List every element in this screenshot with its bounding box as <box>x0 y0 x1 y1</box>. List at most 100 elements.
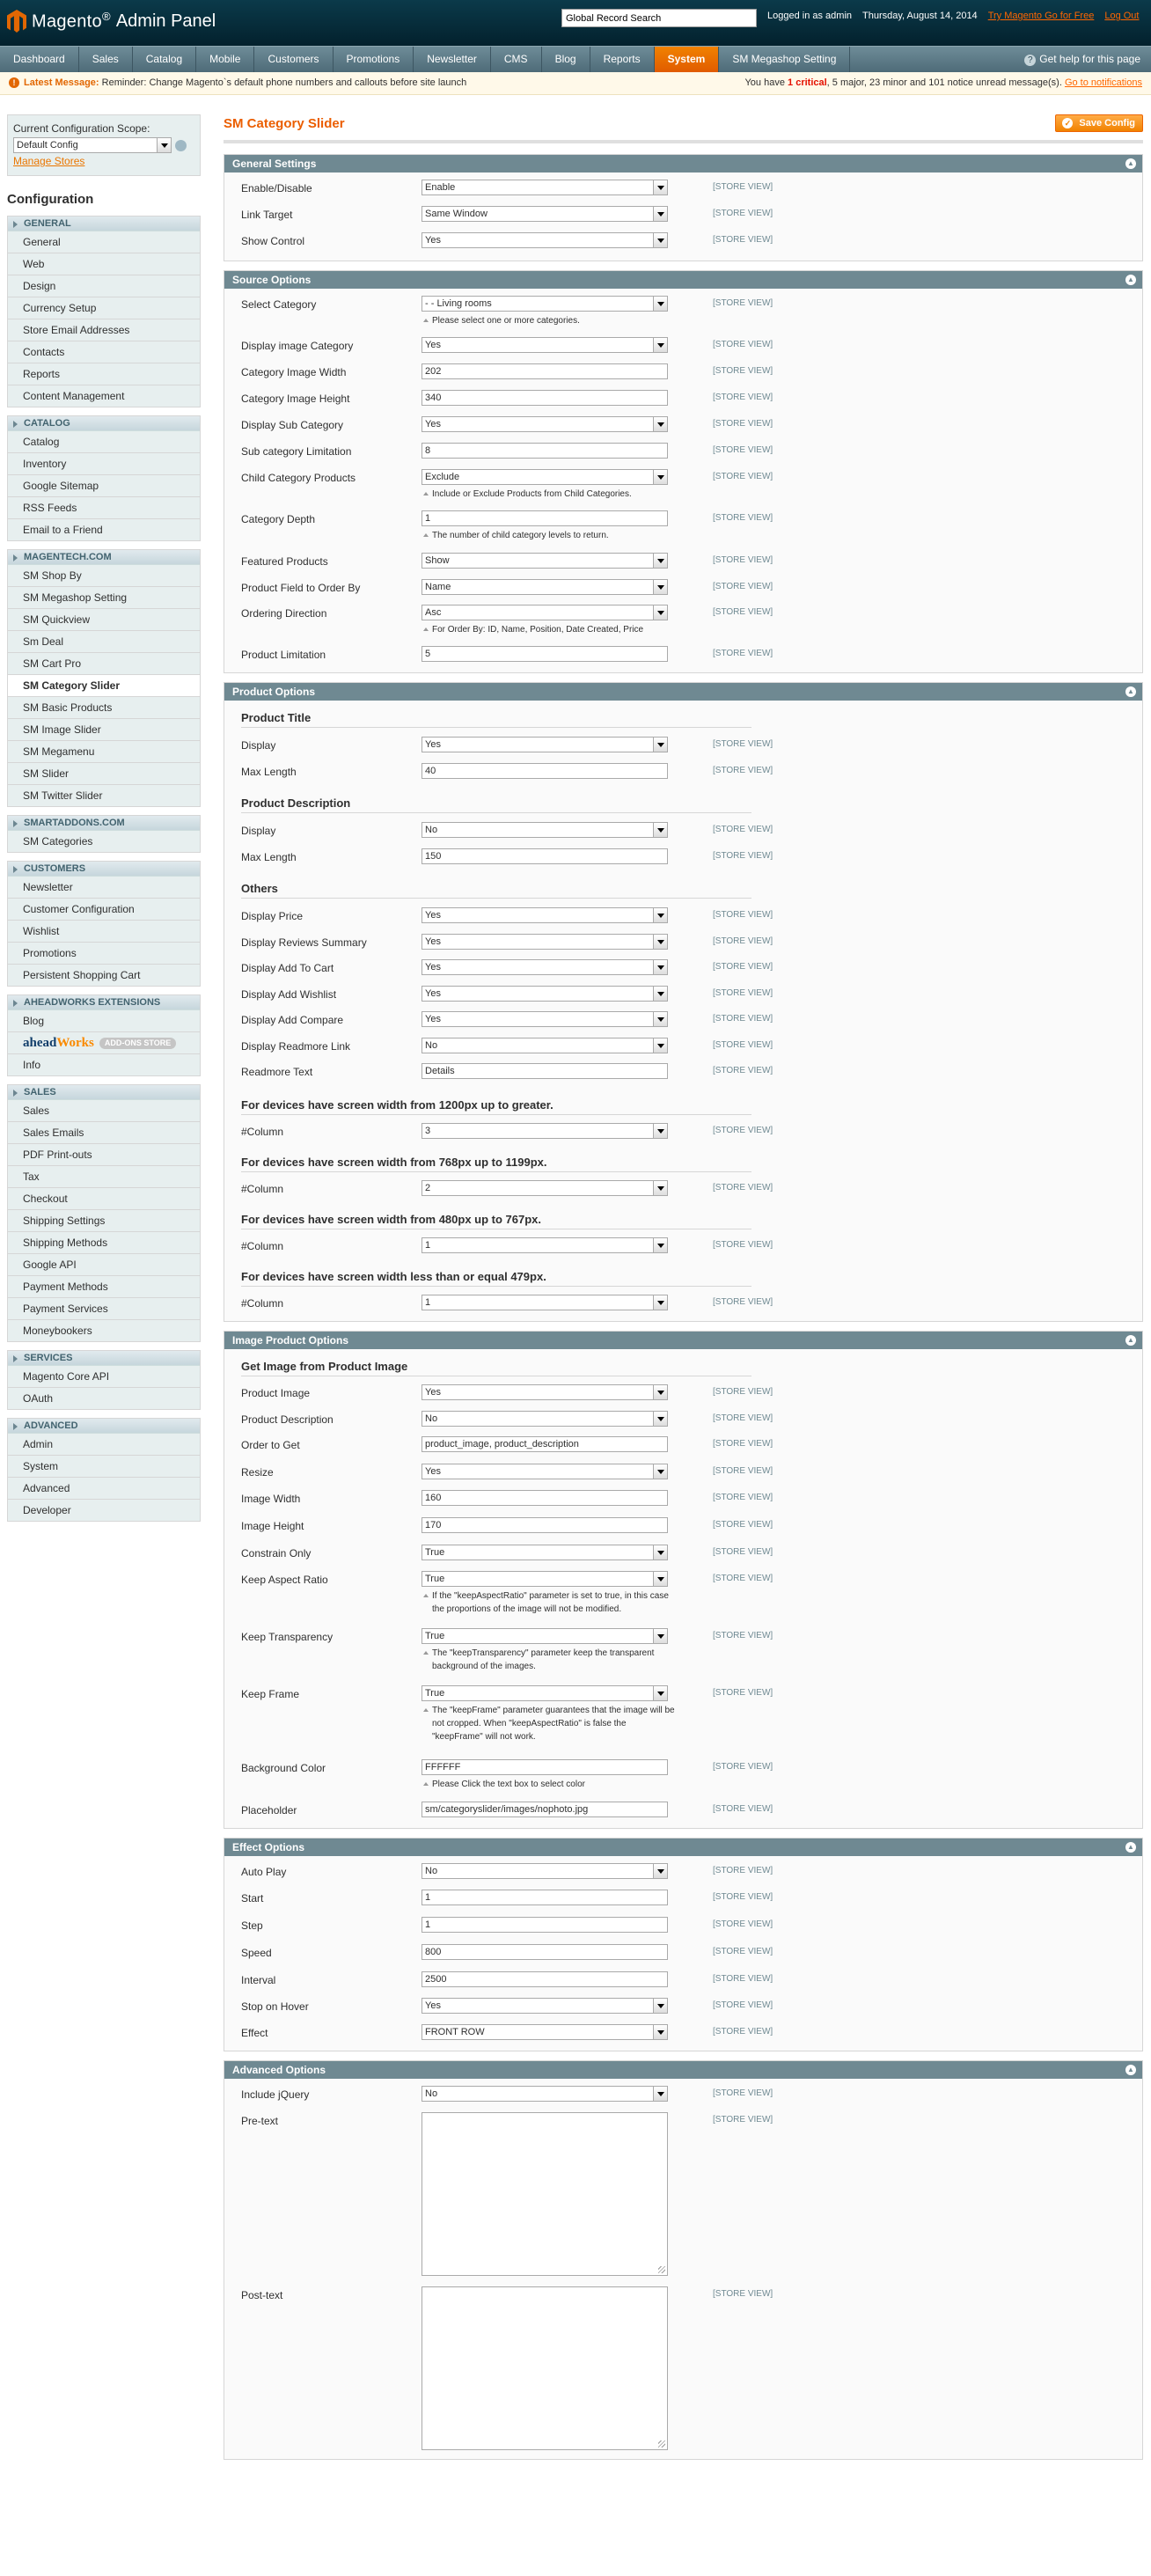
sidebar-item[interactable]: Google Sitemap <box>8 475 200 497</box>
sidebar-item[interactable]: PDF Print-outs <box>8 1144 200 1166</box>
try-magento-go-link[interactable]: Try Magento Go for Free <box>988 11 1095 21</box>
sidebar-group-title[interactable]: Catalog <box>8 416 200 431</box>
sidebar-item[interactable]: Contacts <box>8 341 200 363</box>
category-image-width-input[interactable]: 202 <box>422 363 668 379</box>
manage-stores-link[interactable]: Manage Stores <box>13 155 194 167</box>
pre-text-textarea[interactable] <box>422 2112 668 2276</box>
sidebar-item[interactable]: Email to a Friend <box>8 519 200 541</box>
global-search-input[interactable] <box>561 9 757 27</box>
auto-play-select[interactable]: No <box>422 1863 668 1879</box>
sidebar-item[interactable]: Currency Setup <box>8 297 200 319</box>
nav-promotions[interactable]: Promotions <box>334 47 414 73</box>
display-add-wishlist-select[interactable]: Yes <box>422 986 668 1002</box>
nav-customers[interactable]: Customers <box>254 47 334 73</box>
sub-category-limitation-input[interactable]: 8 <box>422 443 668 459</box>
sidebar-item[interactable]: Sales Emails <box>8 1122 200 1144</box>
sidebar-item[interactable]: OAuth <box>8 1388 200 1410</box>
sidebar-item[interactable]: Wishlist <box>8 921 200 943</box>
sidebar-item[interactable]: General <box>8 231 200 253</box>
sidebar-item[interactable]: Google API <box>8 1254 200 1276</box>
sidebar-item[interactable]: SM Slider <box>8 763 200 785</box>
resize-select[interactable]: Yes <box>422 1464 668 1479</box>
description-display-select[interactable]: No <box>422 822 668 838</box>
readmore-text-input[interactable]: Details <box>422 1063 668 1079</box>
post-text-textarea[interactable] <box>422 2286 668 2450</box>
magento-logo[interactable]: Magento® Admin Panel <box>7 10 216 33</box>
display-sub-category-select[interactable]: Yes <box>422 416 668 432</box>
sidebar-group-title[interactable]: Advanced <box>8 1419 200 1434</box>
sidebar-item[interactable]: SM Megashop Setting <box>8 587 200 609</box>
background-color-input[interactable]: FFFFFF <box>422 1759 668 1775</box>
product-description-image-select[interactable]: No <box>422 1411 668 1427</box>
featured-products-select[interactable]: Show <box>422 553 668 569</box>
sidebar-item[interactable]: Promotions <box>8 943 200 965</box>
sidebar-item[interactable]: RSS Feeds <box>8 497 200 519</box>
sidebar-item[interactable]: Admin <box>8 1434 200 1456</box>
save-config-button[interactable]: ✓ Save Config <box>1055 114 1143 132</box>
sidebar-group-title[interactable]: Smartaddons.com <box>8 816 200 831</box>
step-input[interactable]: 1 <box>422 1917 668 1933</box>
display-add-compare-select[interactable]: Yes <box>422 1011 668 1027</box>
sidebar-item[interactable]: Developer <box>8 1500 200 1522</box>
sidebar-item[interactable]: Catalog <box>8 431 200 453</box>
help-link[interactable]: ? Get help for this page <box>1024 47 1140 72</box>
sidebar-item[interactable]: Checkout <box>8 1188 200 1210</box>
sidebar-item[interactable]: SM Twitter Slider <box>8 785 200 807</box>
aheadworks-store-logo[interactable]: aheadWorks ADD-ONS STORE <box>8 1032 200 1054</box>
go-to-notifications-link[interactable]: Go to notifications <box>1065 77 1142 88</box>
collapse-icon[interactable]: ▲ <box>1125 686 1136 697</box>
sidebar-item[interactable]: Payment Services <box>8 1298 200 1320</box>
interval-input[interactable]: 2500 <box>422 1971 668 1987</box>
stop-on-hover-select[interactable]: Yes <box>422 1998 668 2014</box>
display-image-category-select[interactable]: Yes <box>422 337 668 353</box>
keep-transparency-select[interactable]: True <box>422 1628 668 1644</box>
select-category-multiselect[interactable]: - - Living rooms <box>422 296 668 312</box>
sidebar-group-title[interactable]: General <box>8 217 200 231</box>
placeholder-input[interactable]: sm/categoryslider/images/nophoto.jpg <box>422 1802 668 1817</box>
nav-sm-megashop-setting[interactable]: SM Megashop Setting <box>719 47 851 73</box>
collapse-icon[interactable]: ▲ <box>1125 275 1136 285</box>
sidebar-item[interactable]: Reports <box>8 363 200 385</box>
sidebar-item[interactable]: SM Image Slider <box>8 719 200 741</box>
category-image-height-input[interactable]: 340 <box>422 390 668 406</box>
sidebar-group-title[interactable]: Sales <box>8 1085 200 1100</box>
section-header[interactable]: Image Product Options ▲ <box>224 1332 1142 1349</box>
nav-sales[interactable]: Sales <box>79 47 133 73</box>
effect-select[interactable]: FRONT ROW <box>422 2024 668 2040</box>
include-jquery-select[interactable]: No <box>422 2086 668 2102</box>
display-readmore-link-select[interactable]: No <box>422 1038 668 1053</box>
show-control-select[interactable]: Yes <box>422 232 668 248</box>
description-max-length-input[interactable]: 150 <box>422 848 668 864</box>
help-icon[interactable] <box>175 139 187 151</box>
sidebar-item[interactable]: Payment Methods <box>8 1276 200 1298</box>
enable-select[interactable]: Enable <box>422 180 668 195</box>
section-header[interactable]: Effect Options ▲ <box>224 1838 1142 1856</box>
section-header[interactable]: General Settings ▲ <box>224 155 1142 172</box>
image-width-input[interactable]: 160 <box>422 1490 668 1506</box>
column-480-select[interactable]: 1 <box>422 1237 668 1253</box>
sidebar-item[interactable]: Content Management <box>8 385 200 407</box>
sidebar-item[interactable]: Customer Configuration <box>8 899 200 921</box>
start-input[interactable]: 1 <box>422 1890 668 1905</box>
child-category-products-select[interactable]: Exclude <box>422 469 668 485</box>
sidebar-item-sm-category-slider[interactable]: SM Category Slider <box>8 675 200 697</box>
sidebar-item[interactable]: Inventory <box>8 453 200 475</box>
sidebar-item[interactable]: SM Categories <box>8 831 200 853</box>
section-header[interactable]: Source Options ▲ <box>224 271 1142 289</box>
order-by-field-select[interactable]: Name <box>422 579 668 595</box>
sidebar-item[interactable]: Shipping Settings <box>8 1210 200 1232</box>
sidebar-item[interactable]: Store Email Addresses <box>8 319 200 341</box>
sidebar-item[interactable]: SM Megamenu <box>8 741 200 763</box>
sidebar-item[interactable]: Sales <box>8 1100 200 1122</box>
nav-cms[interactable]: CMS <box>491 47 542 73</box>
sidebar-item[interactable]: Design <box>8 275 200 297</box>
sidebar-item[interactable]: Shipping Methods <box>8 1232 200 1254</box>
sidebar-group-title[interactable]: Services <box>8 1351 200 1366</box>
link-target-select[interactable]: Same Window <box>422 206 668 222</box>
column-479-select[interactable]: 1 <box>422 1295 668 1310</box>
order-to-get-input[interactable]: product_image, product_description <box>422 1436 668 1452</box>
title-max-length-input[interactable]: 40 <box>422 763 668 779</box>
sidebar-item[interactable]: Info <box>8 1054 200 1076</box>
nav-catalog[interactable]: Catalog <box>133 47 197 73</box>
logout-link[interactable]: Log Out <box>1104 11 1139 21</box>
